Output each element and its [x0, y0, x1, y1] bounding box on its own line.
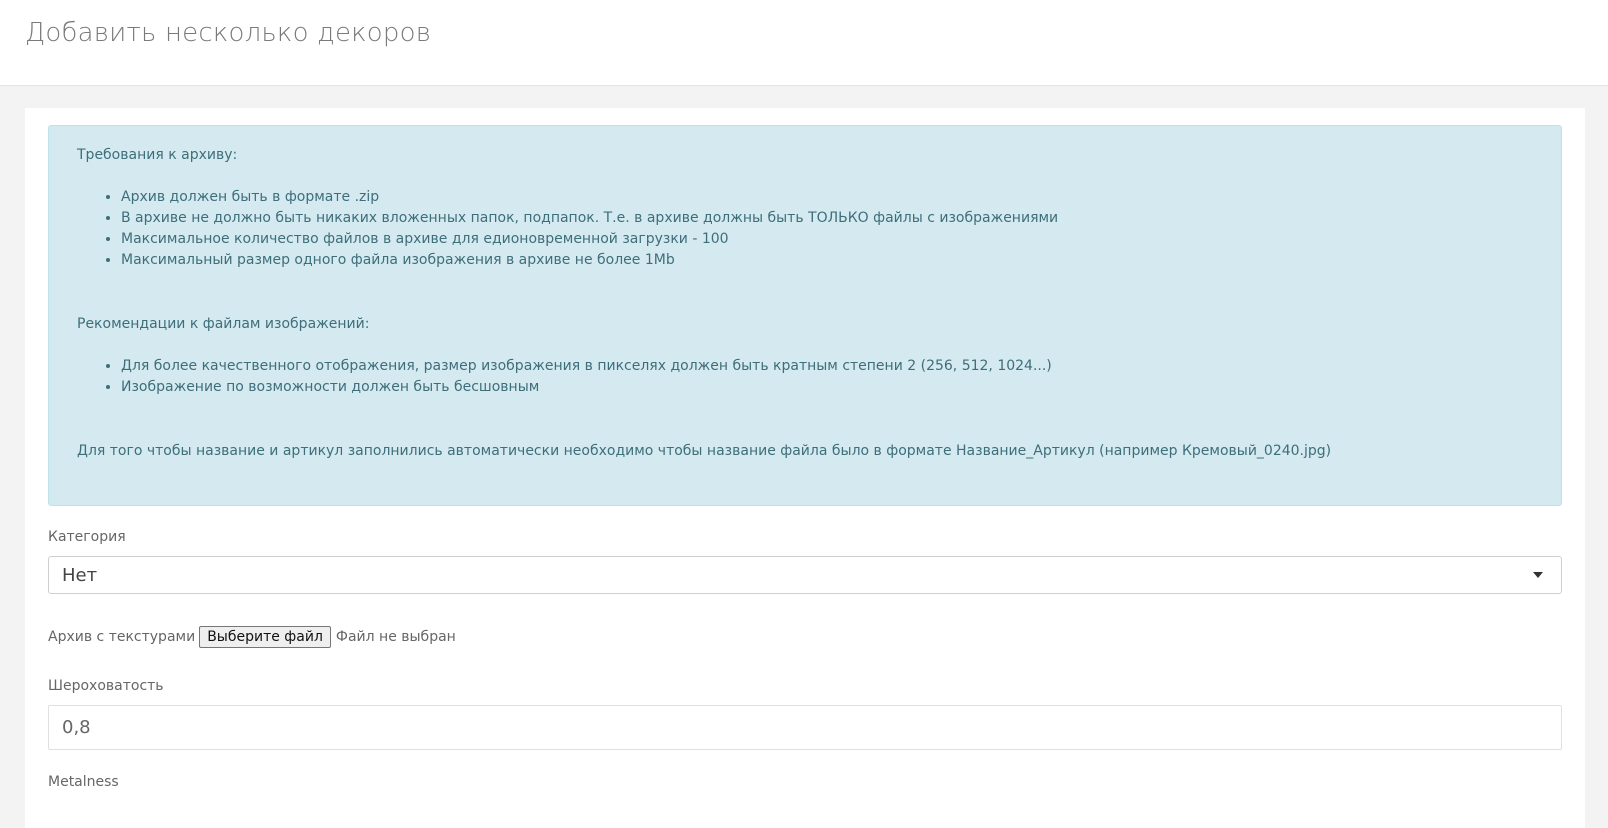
- caret-down-icon: [1533, 572, 1543, 578]
- page-title: Добавить несколько декоров: [25, 18, 432, 48]
- requirements-title: Требования к архиву:: [77, 147, 238, 163]
- choose-file-button[interactable]: Выберите файл: [199, 626, 331, 648]
- archive-file-row: Архив с текстурами Выберите файл Файл не…: [48, 624, 1562, 650]
- requirements-list: Архив должен быть в формате .zip В архив…: [121, 187, 1533, 271]
- list-item: Максимальное количество файлов в архиве …: [121, 229, 1533, 250]
- filename-note: Для того чтобы название и артикул заполн…: [77, 443, 1332, 459]
- category-label: Категория: [48, 529, 126, 545]
- roughness-label: Шероховатость: [48, 678, 164, 694]
- roughness-input[interactable]: 0,8: [48, 705, 1562, 750]
- recommendations-title: Рекомендации к файлам изображений:: [77, 316, 370, 332]
- info-alert: Требования к архиву: Архив должен быть в…: [48, 125, 1562, 506]
- list-item: Максимальный размер одного файла изображ…: [121, 250, 1533, 271]
- metalness-label: Metalness: [48, 774, 119, 790]
- list-item: Для более качественного отображения, раз…: [121, 356, 1533, 377]
- list-item: Изображение по возможности должен быть б…: [121, 377, 1533, 398]
- page-header: Добавить несколько декоров: [0, 0, 1608, 86]
- list-item: В архиве не должно быть никаких вложенны…: [121, 208, 1533, 229]
- archive-label: Архив с текстурами: [48, 629, 196, 645]
- roughness-value: 0,8: [62, 717, 91, 738]
- file-status: Файл не выбран: [335, 629, 456, 645]
- category-select[interactable]: Нет: [48, 556, 1562, 594]
- category-value: Нет: [62, 564, 98, 586]
- form-card: Требования к архиву: Архив должен быть в…: [25, 108, 1585, 828]
- list-item: Архив должен быть в формате .zip: [121, 187, 1533, 208]
- recommendations-list: Для более качественного отображения, раз…: [121, 356, 1533, 398]
